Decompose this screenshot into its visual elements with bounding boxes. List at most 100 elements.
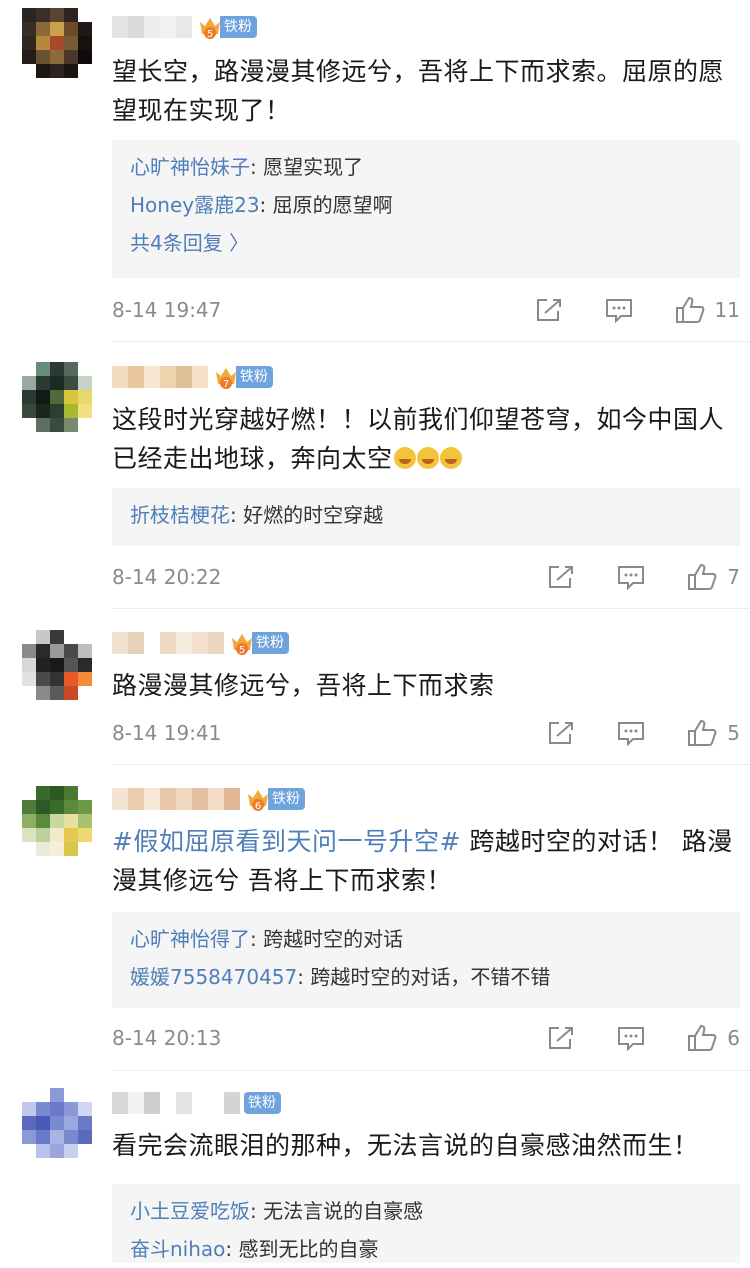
reply-text: : 感到无比的自豪 (225, 1237, 379, 1261)
badge-level: 5 (239, 645, 245, 656)
crown-icon: 5 (198, 14, 222, 40)
reply-username[interactable]: Honey露鹿23 (130, 193, 260, 217)
reply-username[interactable]: 折枝桔梗花 (130, 503, 230, 527)
share-button[interactable] (547, 564, 575, 590)
reply-item[interactable]: 心旷神怡得了: 跨越时空的对话 (130, 920, 722, 958)
like-button[interactable]: 11 (675, 296, 740, 324)
share-button[interactable] (547, 720, 575, 746)
crown-icon: 6 (246, 786, 270, 812)
like-button[interactable]: 7 (687, 563, 740, 591)
like-count: 5 (727, 721, 740, 745)
comment-text: 这段时光穿越好燃！！以前我们仰望苍穹，如今中国人已经走出地球，奔向太空 (112, 400, 737, 478)
fan-badge[interactable]: 5 铁粉 (230, 630, 289, 656)
username-blurred[interactable] (112, 632, 224, 654)
comment-actions: 11 (535, 295, 740, 325)
reply-box[interactable]: 折枝桔梗花: 好燃的时空穿越 (112, 488, 740, 546)
comment-actions: 7 (547, 562, 740, 592)
badge-label: 铁粉 (268, 788, 305, 810)
like-count: 7 (727, 565, 740, 589)
username-row: 7 铁粉 (112, 362, 273, 392)
fan-badge[interactable]: 7 铁粉 (214, 364, 273, 390)
crying-face-icon (393, 447, 416, 469)
reply-box[interactable]: 心旷神怡得了: 跨越时空的对话 媛媛7558470457: 跨越时空的对话，不错… (112, 912, 740, 1008)
reply-item[interactable]: 心旷神怡妹子: 愿望实现了 (130, 148, 722, 186)
share-icon (536, 299, 561, 321)
reply-text: : 好燃的时空穿越 (230, 503, 384, 527)
reply-box[interactable]: 小土豆爱吃饭: 无法言说的自豪感 奋斗nihao: 感到无比的自豪 (112, 1184, 740, 1263)
avatar[interactable] (22, 786, 92, 856)
comment-text: 路漫漫其修远兮，吾将上下而求索 (112, 671, 495, 700)
badge-label: 铁粉 (220, 16, 257, 38)
comment-text: 望长空，路漫漫其修远兮，吾将上下而求索。屈原的愿望现在实现了！ (112, 57, 725, 125)
reply-username[interactable]: 心旷神怡妹子 (130, 155, 250, 179)
comment-time: 8-14 20:22 (112, 565, 222, 589)
comment-text: 看完会流眼泪的那种，无法言说的自豪感油然而生！ (112, 1131, 699, 1160)
comment-icon (618, 1027, 645, 1051)
comment-icon (618, 566, 645, 590)
badge-level: 5 (207, 29, 213, 40)
comment-button[interactable] (617, 564, 645, 590)
topic-link[interactable]: #假如屈原看到天问一号升空# (112, 827, 461, 856)
reply-item[interactable]: 奋斗nihao: 感到无比的自豪 (130, 1230, 722, 1268)
reply-box[interactable]: 心旷神怡妹子: 愿望实现了 Honey露鹿23: 屈原的愿望啊 共4条回复 〉 (112, 140, 740, 278)
reply-item[interactable]: Honey露鹿23: 屈原的愿望啊 (130, 186, 722, 224)
username-blurred[interactable] (112, 788, 240, 810)
reply-username[interactable]: 媛媛7558470457 (130, 965, 297, 989)
crying-face-icon (416, 447, 439, 469)
comment-actions: 6 (547, 1023, 740, 1053)
divider (112, 764, 750, 765)
reply-item[interactable]: 折枝桔梗花: 好燃的时空穿越 (130, 496, 722, 534)
comment-meta: 8-14 20:13 6 (112, 1023, 740, 1053)
divider (112, 341, 750, 342)
avatar[interactable] (22, 630, 92, 700)
thumbs-up-icon (688, 1024, 717, 1051)
comment-time: 8-14 20:13 (112, 1026, 222, 1050)
fan-badge[interactable]: 铁粉 (244, 1092, 281, 1114)
like-count: 11 (714, 298, 740, 322)
comment-button[interactable] (605, 297, 633, 323)
avatar[interactable] (22, 1088, 92, 1158)
username-row: 铁粉 (112, 1088, 281, 1118)
thumbs-up-icon (675, 296, 704, 323)
fan-badge[interactable]: 6 铁粉 (246, 786, 305, 812)
reply-item[interactable]: 小土豆爱吃饭: 无法言说的自豪感 (130, 1192, 722, 1230)
share-button[interactable] (547, 1025, 575, 1051)
comment-actions: 5 (547, 718, 740, 748)
badge-level: 6 (255, 801, 261, 812)
badge-level: 7 (223, 379, 229, 390)
comment-button[interactable] (617, 1025, 645, 1051)
reply-item[interactable]: 媛媛7558470457: 跨越时空的对话，不错不错 (130, 958, 722, 996)
username-blurred[interactable] (112, 366, 208, 388)
reply-text: : 跨越时空的对话 (250, 927, 404, 951)
share-icon (549, 1027, 574, 1049)
avatar[interactable] (22, 8, 92, 78)
thumbs-up-icon (688, 719, 717, 746)
comment-icon (618, 722, 645, 746)
reply-username[interactable]: 奋斗nihao (130, 1237, 225, 1261)
badge-label: 铁粉 (236, 366, 273, 388)
comment-meta: 8-14 19:47 11 (112, 295, 740, 325)
avatar[interactable] (22, 362, 92, 432)
share-button[interactable] (535, 297, 563, 323)
like-count: 6 (727, 1026, 740, 1050)
username-blurred[interactable] (112, 16, 192, 38)
badge-label: 铁粉 (252, 632, 289, 654)
share-icon (549, 566, 574, 588)
username-blurred[interactable] (112, 1092, 240, 1114)
username-row: 5 铁粉 (112, 12, 257, 42)
like-button[interactable]: 6 (687, 1024, 740, 1052)
comment-text: #假如屈原看到天问一号升空# 跨越时空的对话！ 路漫漫其修远兮 吾将上下而求索！ (112, 822, 737, 900)
fan-badge[interactable]: 5 铁粉 (198, 14, 257, 40)
thumbs-up-icon (688, 563, 717, 590)
reply-username[interactable]: 心旷神怡得了 (130, 927, 250, 951)
reply-text: : 无法言说的自豪感 (250, 1199, 424, 1223)
more-replies-link[interactable]: 共4条回复 〉 (130, 224, 722, 262)
crown-icon: 7 (214, 364, 238, 390)
comment-time: 8-14 19:47 (112, 298, 222, 322)
reply-text: : 屈原的愿望啊 (259, 193, 393, 217)
divider (112, 1070, 750, 1071)
username-row: 5 铁粉 (112, 628, 289, 658)
like-button[interactable]: 5 (687, 719, 740, 747)
comment-button[interactable] (617, 720, 645, 746)
reply-username[interactable]: 小土豆爱吃饭 (130, 1199, 250, 1223)
